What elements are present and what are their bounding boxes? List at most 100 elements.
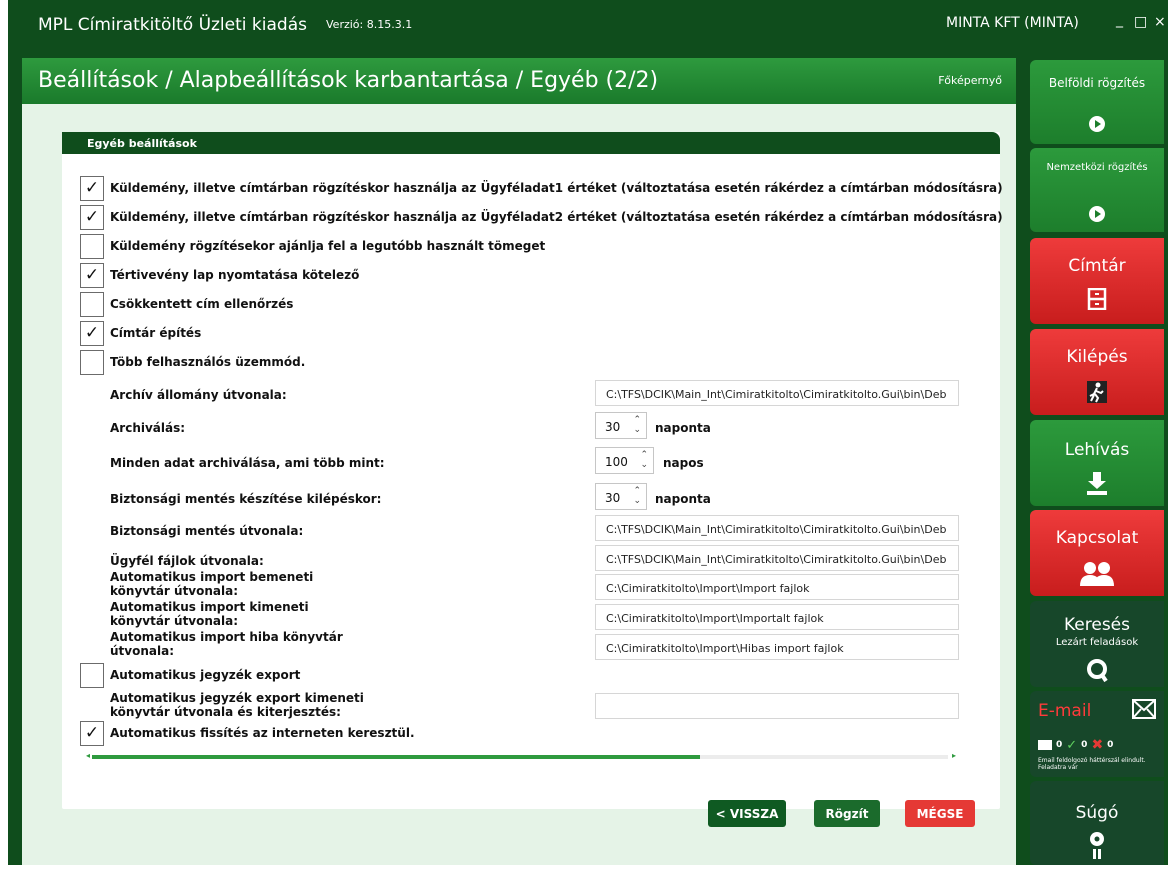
settings-panel: Egyéb beállítások ✓ Küldemény, illetve c…	[62, 132, 1003, 809]
checkbox-label: Küldemény rögzítésekor ajánlja fel a leg…	[110, 239, 546, 253]
app-title: MPL Címiratkitöltő Üzleti kiadás	[38, 15, 307, 35]
checkbox-row-return-receipt[interactable]: ✓ Tértivevény lap nyomtatása kötelező	[80, 262, 359, 288]
current-user: MINTA KFT (MINTA)	[946, 15, 1079, 31]
backup-path-input[interactable]: C:\TFS\DCIK\Main_Int\Cimiratkitolto\Cimi…	[595, 515, 959, 541]
exit-running-man-icon	[1030, 379, 1164, 409]
checkbox-label: Csökkentett cím ellenőrzés	[110, 297, 294, 311]
archive-all-stepper[interactable]: 100 ⌃ ⌄	[595, 447, 654, 474]
tile-label: Kapcsolat	[1055, 528, 1139, 548]
checkbox-label: Tértivevény lap nyomtatása kötelező	[110, 268, 360, 282]
sidebar: Belföldi rögzítés Nemzetközi rögzítés Cí…	[1026, 58, 1168, 865]
contact-tile[interactable]: Kapcsolat	[1030, 510, 1164, 596]
checkbox-row-last-weight[interactable]: Küldemény rögzítésekor ajánlja fel a leg…	[80, 233, 545, 259]
checkbox-row-register-export[interactable]: Automatikus jegyzék export	[80, 662, 300, 688]
tile-label: E-mail	[1038, 701, 1092, 721]
checkbox[interactable]: ✓	[80, 320, 104, 346]
checkbox-row-address-book-build[interactable]: ✓ Címtár építés	[80, 320, 201, 346]
help-tile[interactable]: Súgó	[1030, 781, 1164, 865]
scroll-right-icon[interactable]: ▸	[952, 751, 956, 760]
panel-title: Egyéb beállítások	[62, 132, 1000, 154]
breadcrumb: Beállítások / Alapbeállítások karbantart…	[38, 68, 659, 93]
close-button[interactable]: ×	[1154, 14, 1166, 30]
checkbox-row-multi-user[interactable]: Több felhasználós üzemmód.	[80, 349, 305, 375]
scroll-left-icon[interactable]: ◂	[86, 751, 90, 760]
tile-label: Kilépés	[1066, 347, 1128, 367]
checkbox-row-auto-update[interactable]: ✓ Automatikus fissítés az interneten ker…	[80, 720, 415, 746]
checkbox-label: Több felhasználós üzemmód.	[110, 355, 306, 369]
maximize-button[interactable]: □	[1134, 14, 1147, 30]
checkbox-row-client-data2[interactable]: ✓ Küldemény, illetve címtárban rögzítésk…	[80, 204, 1003, 230]
checkbox-label: Küldemény, illetve címtárban rögzítéskor…	[110, 210, 1003, 224]
tile-label: Súgó	[1075, 803, 1119, 823]
import-output-path[interactable]: C:\Cimiratkitolto\Import\Importalt fajlo…	[595, 604, 959, 630]
register-export-path-input[interactable]	[595, 693, 959, 719]
email-counters: 0 ✓ 0 ✖ 0	[1038, 737, 1113, 753]
archive-all-unit: napos	[663, 456, 704, 470]
stepper-arrows-icon[interactable]: ⌃ ⌄	[633, 415, 641, 435]
play-icon	[1030, 205, 1164, 227]
stepper-arrows-icon[interactable]: ⌃ ⌄	[640, 450, 648, 470]
download-icon	[1030, 470, 1164, 500]
archive-path-label: Archív állomány útvonala:	[110, 388, 287, 402]
tile-label: Nemzetközi rögzítés	[1046, 162, 1148, 173]
client-files-path-input[interactable]: C:\TFS\DCIK\Main_Int\Cimiratkitolto\Cimi…	[595, 545, 959, 571]
checkbox[interactable]	[80, 291, 104, 317]
backup-on-exit-value: 30	[605, 491, 621, 505]
page-header: Beállítások / Alapbeállítások karbantart…	[22, 58, 1016, 104]
archive-all-value: 100	[605, 455, 628, 469]
tile-label: Keresés	[1063, 615, 1130, 635]
tile-label: Belföldi rögzítés	[1048, 76, 1146, 90]
checkbox[interactable]	[80, 662, 104, 688]
checkbox[interactable]: ✓	[80, 720, 104, 746]
import-input-path[interactable]: C:\Cimiratkitolto\Import\Import fajlok	[595, 574, 959, 600]
checkbox[interactable]: ✓	[80, 262, 104, 288]
checkbox[interactable]: ✓	[80, 204, 104, 230]
save-button[interactable]: Rögzít	[814, 800, 880, 827]
backup-on-exit-stepper[interactable]: 30 ⌃ ⌄	[595, 483, 647, 510]
application-window: MPL Címiratkitöltő Üzleti kiadás Verzió:…	[8, 0, 1168, 865]
register-export-path-label: Automatikus jegyzék export kimeneti köny…	[110, 691, 364, 719]
envelope-icon	[1132, 699, 1156, 723]
archiving-unit: naponta	[655, 421, 711, 435]
archive-path-input[interactable]: C:\TFS\DCIK\Main_Int\Cimiratkitolto\Cimi…	[595, 380, 959, 406]
import-error-path[interactable]: C:\Cimiratkitolto\Import\Hibas import fa…	[595, 634, 959, 660]
domestic-entry-tile[interactable]: Belföldi rögzítés	[1030, 60, 1164, 144]
checkbox-row-client-data1[interactable]: ✓ Küldemény, illetve címtárban rögzítésk…	[80, 175, 1003, 201]
scroll-thumb[interactable]	[92, 755, 700, 759]
cancel-button[interactable]: MÉGSE	[905, 800, 975, 827]
archiving-label: Archiválás:	[110, 421, 186, 435]
minimize-button[interactable]: _	[1116, 12, 1123, 28]
download-tile[interactable]: Lehívás	[1030, 420, 1164, 506]
archiving-stepper[interactable]: 30 ⌃ ⌄	[595, 412, 647, 439]
international-entry-tile[interactable]: Nemzetközi rögzítés	[1030, 148, 1164, 232]
check-icon: ✓	[1066, 737, 1078, 753]
info-icon	[1030, 831, 1164, 865]
horizontal-scrollbar[interactable]: ◂ ▸	[86, 751, 956, 763]
email-tile[interactable]: E-mail 0 ✓ 0 ✖ 0 Email feldolgozó háttér…	[1030, 691, 1164, 777]
checkbox[interactable]: ✓	[80, 175, 104, 201]
checkbox[interactable]	[80, 233, 104, 259]
backup-on-exit-label: Biztonsági mentés készítése kilépéskor:	[110, 492, 382, 506]
stepper-arrows-icon[interactable]: ⌃ ⌄	[633, 486, 641, 506]
search-tile[interactable]: Keresés Lezárt feladások	[1030, 601, 1164, 687]
address-book-tile[interactable]: Címtár	[1030, 238, 1164, 324]
archive-all-label: Minden adat archiválása, ami több mint:	[110, 456, 385, 470]
client-files-path-label: Ügyfél fájlok útvonala:	[110, 554, 264, 568]
tile-sublabel: Lezárt feladások	[1055, 637, 1139, 648]
archiving-value: 30	[605, 420, 621, 434]
checkbox-label: Automatikus fissítés az interneten keres…	[110, 726, 415, 740]
checkbox-label: Küldemény, illetve címtárban rögzítéskor…	[110, 181, 1003, 195]
import-error-label: Automatikus import hiba könyvtár útvonal…	[110, 630, 343, 658]
tile-label: Lehívás	[1064, 440, 1130, 460]
checkbox[interactable]	[80, 349, 104, 375]
error-x-icon: ✖	[1091, 737, 1104, 753]
exit-tile[interactable]: Kilépés	[1030, 329, 1164, 415]
checkbox-row-reduced-check[interactable]: Csökkentett cím ellenőrzés	[80, 291, 293, 317]
back-button[interactable]: < VISSZA	[708, 800, 786, 827]
cabinet-icon	[1030, 287, 1164, 314]
play-icon	[1030, 115, 1164, 137]
app-version: Verzió: 8.15.3.1	[326, 18, 413, 31]
backup-on-exit-unit: naponta	[655, 492, 711, 506]
home-link[interactable]: Főképernyő	[938, 74, 1002, 87]
main-area: Beállítások / Alapbeállítások karbantart…	[22, 58, 1016, 865]
